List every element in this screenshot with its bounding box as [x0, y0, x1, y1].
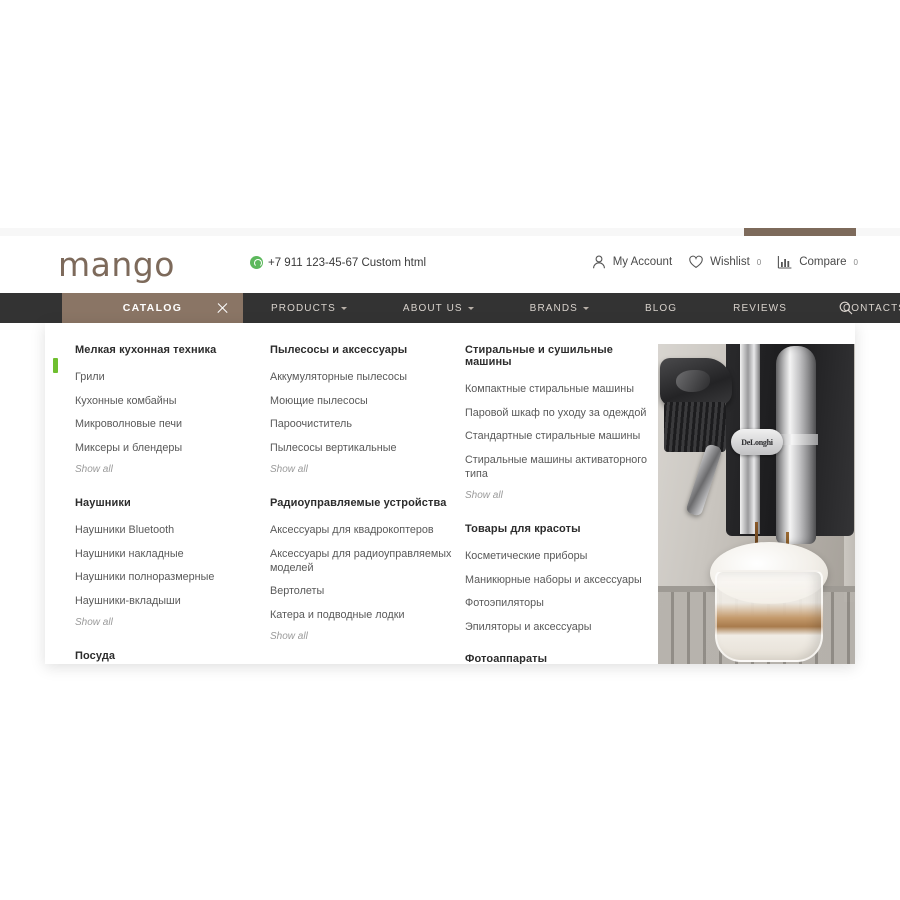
category-title: Стиральные и сушильные машины [465, 344, 613, 368]
user-icon [591, 254, 607, 270]
chevron-down-icon [340, 306, 347, 310]
nav-label-reviews: REVIEWS [733, 302, 787, 314]
category-link[interactable]: Компактные стиральные машины [465, 382, 657, 396]
category-link[interactable]: Стиральные машины активаторного типа [465, 453, 657, 481]
whatsapp-icon [250, 256, 263, 269]
category-link[interactable]: Наушники полноразмерные [75, 570, 262, 584]
show-all-link[interactable]: Show all [270, 631, 457, 642]
catalog-mega-dropdown: Мелкая кухонная техника Грили Кухонные к… [45, 323, 855, 664]
my-account-link[interactable]: My Account [591, 254, 672, 270]
chevron-down-icon [467, 306, 474, 310]
catalog-button[interactable]: CATALOG [62, 293, 243, 323]
show-all-link[interactable]: Show all [465, 490, 657, 501]
category-link[interactable]: Стандартные стиральные машины [465, 429, 657, 443]
nav-item-blog[interactable]: BLOG [617, 303, 705, 314]
category-group: Наушники Наушники Bluetooth Наушники нак… [75, 497, 262, 628]
category-group: Радиоуправляемые устройства Аксессуары д… [270, 497, 457, 642]
category-link[interactable]: Аксессуары для квадрокоптеров [270, 523, 457, 537]
nav-item-contacts[interactable]: CONTACTS [815, 303, 900, 314]
close-icon[interactable] [216, 302, 229, 315]
compare-count: 0 [853, 257, 858, 267]
machine-grill [664, 402, 726, 452]
category-link[interactable]: Катера и подводные лодки [270, 608, 457, 622]
category-link[interactable]: Фотоэпиляторы [465, 596, 657, 610]
catalog-label: CATALOG [122, 302, 183, 314]
category-title: Товары для красоты [465, 523, 581, 535]
category-title: Наушники [75, 497, 131, 509]
category-link[interactable]: Наушники Bluetooth [75, 523, 262, 537]
category-group: Стиральные и сушильные машины Компактные… [465, 344, 657, 501]
category-title: Радиоуправляемые устройства [270, 497, 447, 509]
category-link[interactable]: Пылесосы вертикальные [270, 441, 457, 455]
category-title: Мелкая кухонная техника [75, 344, 217, 356]
nav-item-products[interactable]: PRODUCTS [243, 303, 375, 314]
chevron-down-icon [582, 306, 589, 310]
coffee-machine-photo[interactable]: DeLonghi [658, 344, 855, 664]
top-strip-accent [744, 228, 856, 236]
category-group: Фотоаппараты Зеркальные фотоаппараты Ком… [465, 653, 657, 664]
latte-glass [715, 570, 823, 662]
nav-item-about-us[interactable]: ABOUT US [375, 303, 502, 314]
category-group: Мелкая кухонная техника Грили Кухонные к… [75, 344, 262, 475]
wishlist-link[interactable]: Wishlist 0 [688, 254, 761, 270]
wishlist-count: 0 [756, 257, 762, 267]
nav-label-products: PRODUCTS [271, 302, 336, 314]
category-title: Фотоаппараты [465, 653, 548, 664]
wishlist-label: Wishlist [710, 256, 750, 268]
category-link[interactable]: Кухонные комбайны [75, 394, 262, 408]
site-logo[interactable]: mango [58, 248, 175, 282]
mega-column-2: Пылесосы и аксессуары Аккумуляторные пыл… [270, 344, 465, 664]
header-links: My Account Wishlist 0 Compare 0 [591, 254, 858, 270]
category-link[interactable]: Маникюрные наборы и аксессуары [465, 573, 657, 587]
show-all-link[interactable]: Show all [75, 617, 262, 628]
nav-menu: PRODUCTS ABOUT US BRANDS BLOG REVIEWS CO… [243, 293, 900, 323]
nav-item-brands[interactable]: BRANDS [502, 303, 617, 314]
category-link[interactable]: Моющие пылесосы [270, 394, 457, 408]
show-all-link[interactable]: Show all [270, 464, 457, 475]
mega-column-3: Стиральные и сушильные машины Компактные… [465, 344, 665, 664]
category-title: Пылесосы и аксессуары [270, 344, 408, 356]
category-link[interactable]: Пароочиститель [270, 417, 457, 431]
category-title: Посуда [75, 650, 116, 662]
category-group: Пылесосы и аксессуары Аккумуляторные пыл… [270, 344, 457, 475]
category-link[interactable]: Эпиляторы и аксессуары [465, 620, 657, 634]
chart-bars-icon [777, 254, 793, 270]
category-link[interactable]: Наушники-вкладыши [75, 594, 262, 608]
nav-label-about-us: ABOUT US [402, 302, 463, 314]
machine-knob [660, 358, 732, 406]
category-link[interactable]: Наушники накладные [75, 547, 262, 561]
category-link[interactable]: Грили [75, 370, 262, 384]
heart-icon [688, 254, 704, 270]
nav-item-reviews[interactable]: REVIEWS [705, 303, 815, 314]
page-root: mango +7 911 123-45-67 Custom html My Ac… [0, 0, 900, 900]
nav-label-brands: BRANDS [529, 302, 578, 314]
category-link[interactable]: Миксеры и блендеры [75, 441, 262, 455]
nav-label-blog: BLOG [644, 302, 678, 314]
mega-columns: Мелкая кухонная техника Грили Кухонные к… [45, 323, 658, 664]
category-link[interactable]: Вертолеты [270, 584, 457, 598]
my-account-label: My Account [612, 256, 673, 268]
compare-label: Compare [799, 256, 847, 268]
category-link[interactable]: Аккумуляторные пылесосы [270, 370, 457, 384]
category-group: Товары для красоты Косметические приборы… [465, 523, 657, 653]
category-group: Посуда Кастрюли Ковши Контейнеры для про… [75, 650, 262, 664]
phone-contact[interactable]: +7 911 123-45-67 Custom html [250, 256, 426, 269]
category-link[interactable]: Паровой шкаф по уходу за одеждой [465, 406, 657, 420]
show-all-link[interactable]: Show all [75, 464, 262, 475]
brand-badge: DeLonghi [731, 429, 783, 455]
brand-badge-text: DeLonghi [741, 437, 773, 447]
category-link[interactable]: Микроволновые печи [75, 417, 262, 431]
phone-number: +7 911 123-45-67 Custom html [268, 256, 427, 269]
category-link[interactable]: Косметические приборы [465, 549, 657, 563]
category-link[interactable]: Аксессуары для радиоуправляемых моделей [270, 547, 457, 575]
search-icon[interactable] [838, 300, 854, 316]
compare-link[interactable]: Compare 0 [777, 254, 858, 270]
mega-column-1: Мелкая кухонная техника Грили Кухонные к… [75, 344, 270, 664]
